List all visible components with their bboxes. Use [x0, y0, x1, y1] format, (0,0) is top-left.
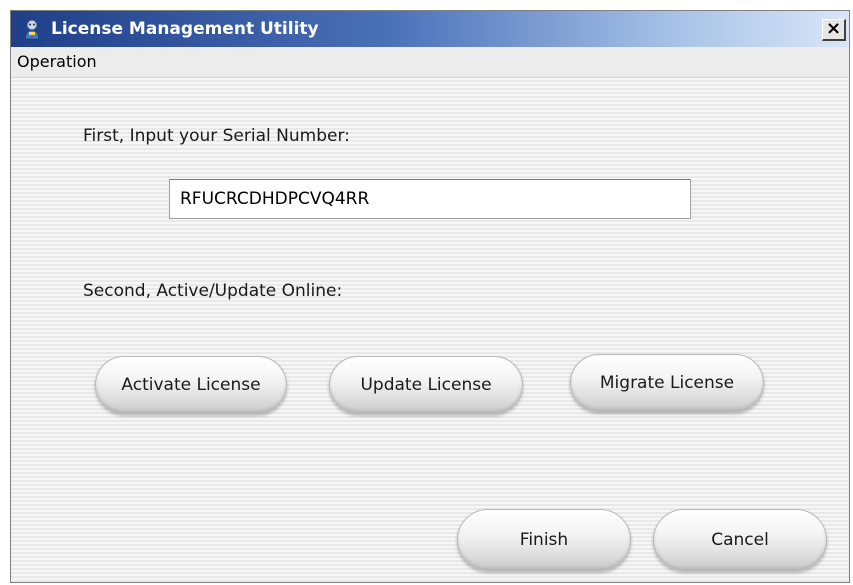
- cancel-button[interactable]: Cancel: [653, 509, 827, 571]
- close-button[interactable]: ×: [822, 19, 846, 41]
- update-license-button[interactable]: Update License: [329, 356, 523, 414]
- activate-license-button[interactable]: Activate License: [95, 356, 287, 414]
- window-title: License Management Utility: [51, 19, 319, 39]
- title-bar[interactable]: License Management Utility ×: [11, 11, 849, 47]
- license-management-window: License Management Utility × Operation F…: [10, 10, 850, 583]
- app-icon: [24, 19, 40, 40]
- online-activation-label: Second, Active/Update Online:: [83, 281, 343, 301]
- migrate-license-button[interactable]: Migrate License: [570, 354, 764, 412]
- dialog-content: First, Input your Serial Number: Second,…: [11, 78, 849, 582]
- menu-bar: Operation: [11, 47, 849, 78]
- serial-number-input[interactable]: [169, 179, 691, 219]
- finish-button[interactable]: Finish: [457, 509, 631, 571]
- serial-number-label: First, Input your Serial Number:: [83, 126, 350, 146]
- menu-item-operation[interactable]: Operation: [15, 47, 99, 77]
